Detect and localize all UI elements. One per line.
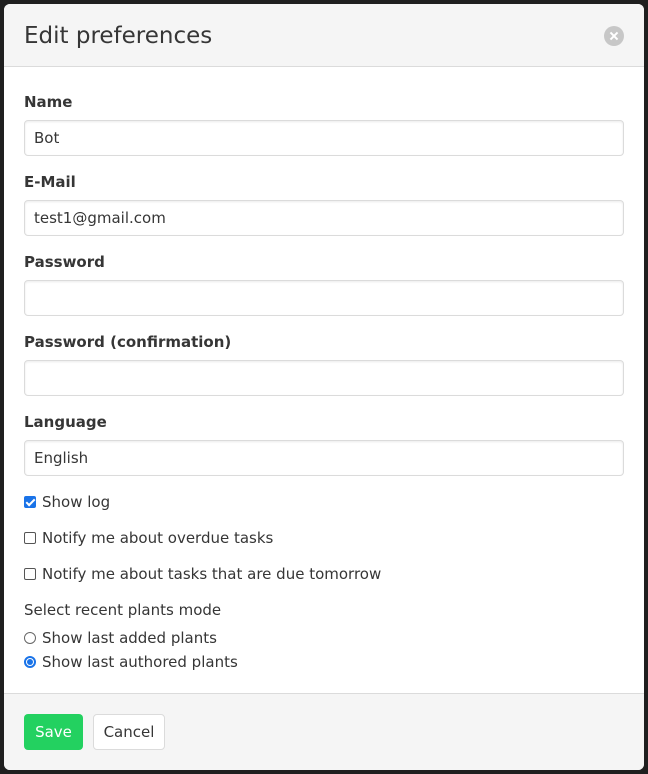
radio-unselected-icon <box>24 632 36 644</box>
radio-last-added[interactable]: Show last added plants <box>24 628 217 648</box>
cancel-button[interactable]: Cancel <box>93 714 165 750</box>
checkbox-unchecked-icon <box>24 532 36 544</box>
name-label: Name <box>24 93 73 111</box>
show-log-checkbox[interactable]: Show log <box>24 492 110 512</box>
checkbox-label: Show log <box>42 493 111 511</box>
name-input[interactable] <box>24 120 624 156</box>
checkbox-label: Notify me about tasks that are due tomor… <box>42 565 382 583</box>
email-input[interactable] <box>24 200 624 236</box>
modal-footer: Save Cancel <box>4 693 644 770</box>
modal-title: Edit preferences <box>24 23 213 49</box>
checkbox-checked-icon <box>24 496 36 508</box>
modal-header: Edit preferences <box>4 4 644 67</box>
radio-selected-icon <box>24 656 36 668</box>
notify-tomorrow-checkbox[interactable]: Notify me about tasks that are due tomor… <box>24 564 381 584</box>
password-label: Password <box>24 253 105 271</box>
password-input[interactable] <box>24 280 624 316</box>
preferences-modal: Edit preferences Name E-Mail Password Pa… <box>4 4 644 770</box>
email-label: E-Mail <box>24 173 76 191</box>
language-label: Language <box>24 413 107 431</box>
save-button[interactable]: Save <box>24 714 83 750</box>
recent-plants-label: Select recent plants mode <box>24 601 222 619</box>
notify-overdue-checkbox[interactable]: Notify me about overdue tasks <box>24 528 273 548</box>
password-confirmation-input[interactable] <box>24 360 624 396</box>
radio-label: Show last authored plants <box>42 653 238 671</box>
close-icon[interactable] <box>604 26 624 46</box>
checkbox-unchecked-icon <box>24 568 36 580</box>
language-selected-value: English <box>34 449 89 467</box>
password-confirmation-label: Password (confirmation) <box>24 333 232 351</box>
checkbox-label: Notify me about overdue tasks <box>42 529 274 547</box>
radio-last-authored[interactable]: Show last authored plants <box>24 652 238 672</box>
radio-label: Show last added plants <box>42 629 217 647</box>
language-select[interactable]: English <box>24 440 624 476</box>
